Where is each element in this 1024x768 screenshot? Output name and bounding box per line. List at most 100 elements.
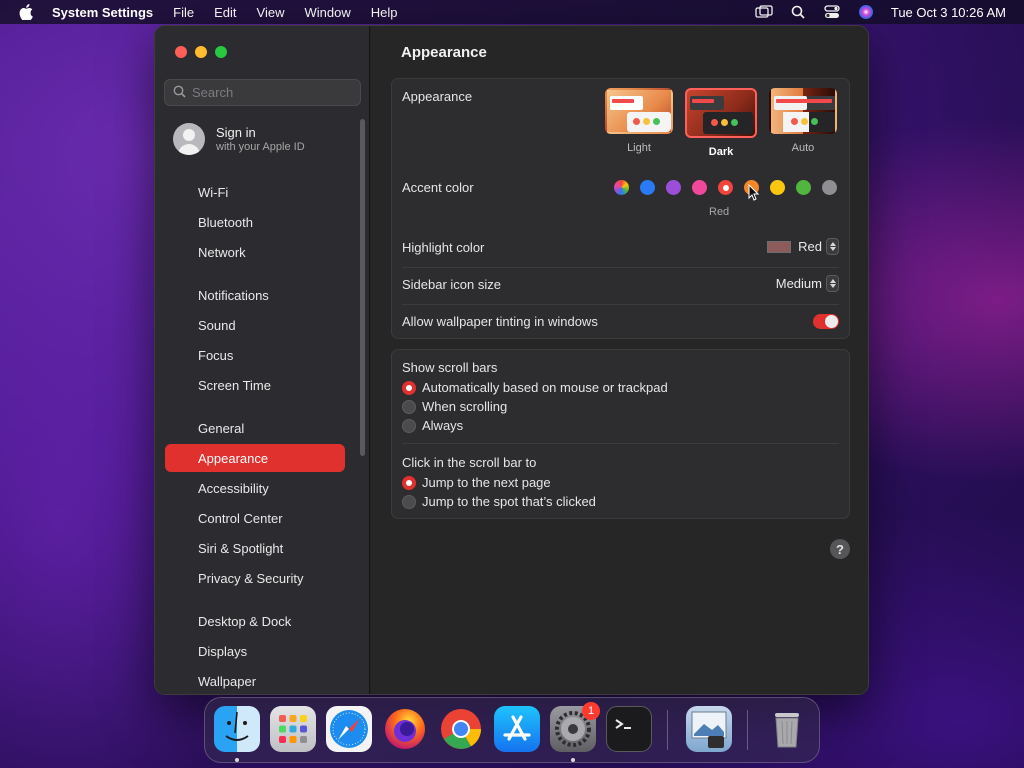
divider — [402, 267, 839, 268]
sidebar-item-sound[interactable]: Sound — [165, 311, 345, 339]
auto-theme-thumbnail — [769, 88, 837, 134]
sidebar-item-notifications[interactable]: Notifications — [165, 281, 345, 309]
siri-icon[interactable] — [857, 3, 875, 21]
firefox-icon[interactable] — [382, 706, 428, 752]
sidebar-item-label: Privacy & Security — [198, 570, 304, 586]
sidebar-item-label: Control Center — [198, 510, 283, 526]
radio-button-selected — [402, 380, 416, 395]
minimize-window-button[interactable] — [195, 46, 207, 58]
apple-menu-icon[interactable] — [18, 4, 34, 20]
sidebar-item-privacy-security[interactable]: Privacy & Security — [165, 564, 345, 592]
radio-label: Always — [422, 418, 464, 433]
wallpaper-tinting-toggle[interactable] — [813, 314, 839, 329]
finder-icon[interactable] — [214, 706, 260, 752]
accent-color-swatch[interactable] — [796, 180, 811, 195]
sidebar-item-network[interactable]: Network — [165, 238, 345, 266]
chevron-up-down-icon — [826, 238, 839, 255]
search-icon — [173, 85, 186, 101]
menubar-clock[interactable]: Tue Oct 3 10:26 AM — [891, 5, 1006, 20]
menu-help[interactable]: Help — [371, 5, 398, 20]
help-button[interactable]: ? — [830, 539, 850, 559]
signin-subtitle: with your Apple ID — [216, 141, 305, 153]
radio-label: Jump to the spot that’s clicked — [422, 494, 596, 509]
appearance-label: Appearance — [402, 89, 473, 104]
sidebar-item-label: Bluetooth — [198, 214, 253, 230]
sidebar-item-focus[interactable]: Focus — [165, 341, 345, 369]
safari-icon[interactable] — [326, 706, 372, 752]
accent-color-swatches — [614, 180, 837, 195]
accent-color-swatch[interactable] — [692, 180, 707, 195]
scroll-bars-when-scrolling-radio[interactable]: When scrolling — [402, 399, 507, 414]
appearance-option-dark[interactable]: Dark — [685, 88, 757, 158]
screen-mirroring-icon[interactable] — [755, 3, 773, 21]
accent-color-swatch[interactable] — [666, 180, 681, 195]
highlight-color-label: Highlight color — [402, 240, 485, 255]
content-pane: Appearance Appearance Light Dark Auto Ac… — [371, 26, 868, 694]
menu-view[interactable]: View — [257, 5, 285, 20]
jump-to-spot-radio[interactable]: Jump to the spot that’s clicked — [402, 494, 596, 509]
accent-color-swatch[interactable] — [718, 180, 733, 195]
radio-button — [402, 494, 416, 509]
chevron-up-down-icon — [826, 275, 839, 292]
accent-color-swatch[interactable] — [822, 180, 837, 195]
page-title: Appearance — [401, 44, 487, 61]
sidebar-item-label: Network — [198, 244, 246, 260]
mouse-pointer-icon — [748, 183, 760, 201]
menu-window[interactable]: Window — [304, 5, 350, 20]
trash-icon[interactable] — [764, 706, 810, 752]
jump-next-page-radio[interactable]: Jump to the next page — [402, 475, 551, 490]
accent-color-swatch[interactable] — [614, 180, 629, 195]
sidebar-item-label: Wallpaper — [198, 673, 257, 689]
sidebar-scrollbar[interactable] — [360, 119, 365, 456]
scroll-bar-settings-group: Show scroll bars Automatically based on … — [391, 349, 850, 519]
appearance-option-light[interactable]: Light — [603, 88, 675, 154]
apple-id-signin[interactable]: Sign in with your Apple ID — [173, 123, 305, 155]
running-indicator — [235, 758, 239, 762]
accent-color-swatch[interactable] — [640, 180, 655, 195]
appearance-option-label: Dark — [708, 146, 734, 158]
menu-edit[interactable]: Edit — [214, 5, 236, 20]
sidebar-item-appearance[interactable]: Appearance — [165, 444, 345, 472]
zoom-window-button[interactable] — [215, 46, 227, 58]
sidebar-item-control-center[interactable]: Control Center — [165, 504, 345, 532]
close-window-button[interactable] — [175, 46, 187, 58]
sidebar-item-siri-spotlight[interactable]: Siri & Spotlight — [165, 534, 345, 562]
appearance-option-label: Light — [627, 142, 651, 154]
chrome-icon[interactable] — [438, 706, 484, 752]
sidebar-item-label: Notifications — [198, 287, 269, 303]
appearance-option-auto[interactable]: Auto — [767, 88, 839, 154]
sidebar-item-screen-time[interactable]: Screen Time — [165, 371, 345, 399]
sidebar-item-label: General — [198, 420, 245, 436]
sidebar-item-displays[interactable]: Displays — [165, 637, 345, 665]
app-store-icon[interactable] — [494, 706, 540, 752]
sidebar-item-label: Desktop & Dock — [198, 613, 292, 629]
sidebar-item-wallpaper[interactable]: Wallpaper — [165, 667, 345, 694]
notification-badge: 1 — [582, 702, 600, 720]
sidebar-item-general[interactable]: General — [165, 414, 345, 442]
launchpad-icon[interactable] — [270, 706, 316, 752]
scroll-bars-automatic-radio[interactable]: Automatically based on mouse or trackpad — [402, 380, 668, 395]
sidebar-item-label: Appearance — [198, 450, 269, 466]
sidebar-item-bluetooth[interactable]: Bluetooth — [165, 208, 345, 236]
dock: 1 — [204, 697, 820, 763]
window-controls — [175, 46, 227, 58]
scroll-bars-always-radio[interactable]: Always — [402, 418, 463, 433]
sidebar-item-wi-fi[interactable]: Wi-Fi — [165, 178, 345, 206]
click-scroll-bar-label: Click in the scroll bar to — [402, 455, 537, 470]
sidebar-item-accessibility[interactable]: Accessibility — [165, 474, 345, 502]
show-scroll-bars-label: Show scroll bars — [402, 360, 498, 375]
menu-file[interactable]: File — [173, 5, 194, 20]
highlight-color-value: Red — [798, 239, 822, 254]
search-input[interactable] — [192, 85, 352, 100]
control-center-icon[interactable] — [823, 3, 841, 21]
accent-color-swatch[interactable] — [770, 180, 785, 195]
sidebar-item-label: Sound — [198, 317, 236, 333]
preview-icon[interactable] — [686, 706, 732, 752]
menu-app-name[interactable]: System Settings — [52, 5, 153, 20]
sidebar-search[interactable] — [164, 79, 361, 106]
spotlight-search-icon[interactable] — [789, 3, 807, 21]
sidebar-icon-size-select[interactable]: Medium — [776, 275, 839, 292]
highlight-color-select[interactable]: Red — [767, 238, 839, 255]
terminal-icon[interactable] — [606, 706, 652, 752]
sidebar-item-desktop-dock[interactable]: Desktop & Dock — [165, 607, 345, 635]
